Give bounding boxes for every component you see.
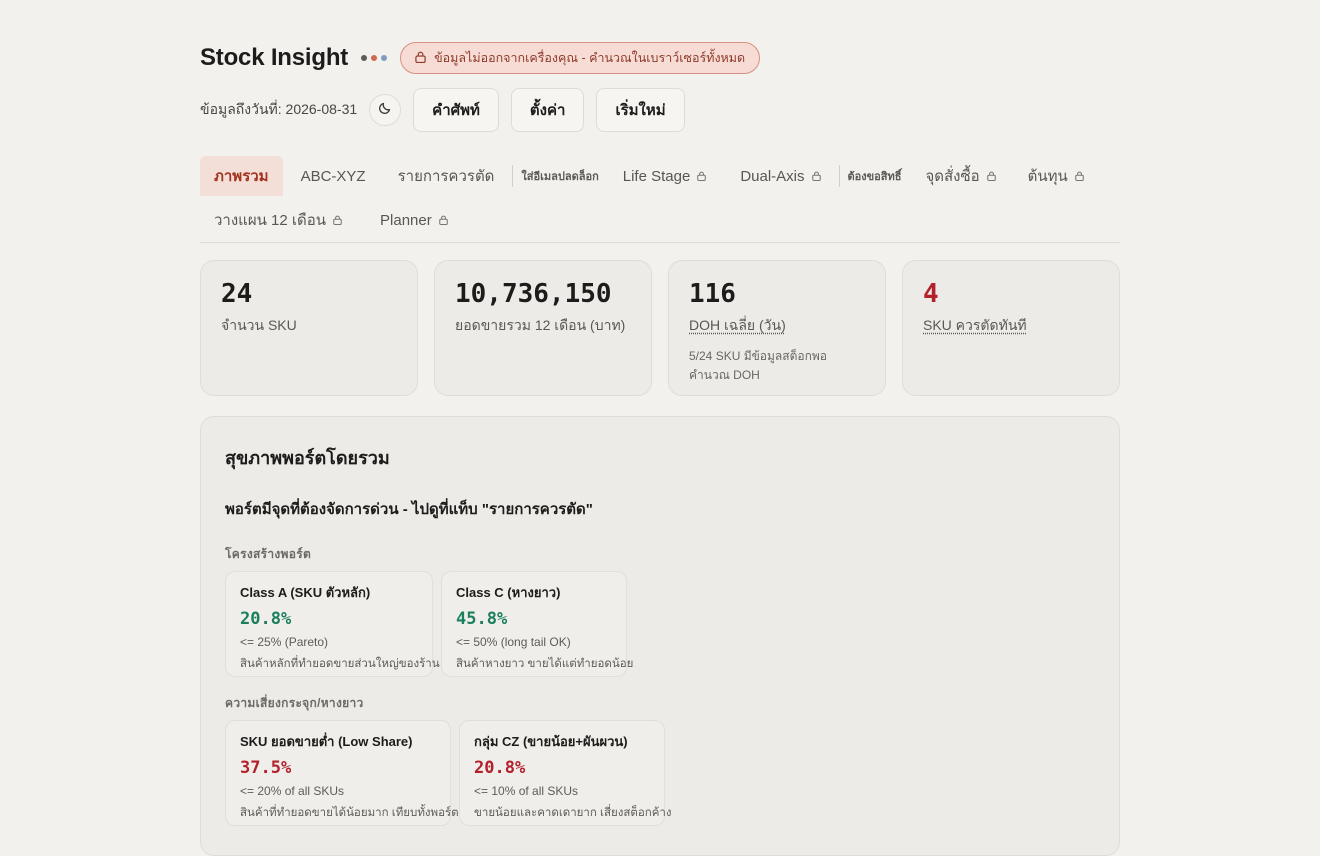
metric-target: <= 25% (Pareto) <box>240 635 329 649</box>
dot-3 <box>381 55 388 61</box>
metric-desc: สินค้าหลักที่ทำยอดขายส่วนใหญ่ของร้าน <box>240 658 440 670</box>
stat-card-avg-doh: 116 DOH เฉลี่ย (วัน) 5/24 SKU มีข้อมูลสต… <box>668 260 886 396</box>
metric-card-class-a: Class A (SKU ตัวหลัก) 20.8% <= 25% (Pare… <box>225 571 440 677</box>
tab-abc-xyz[interactable]: ABC-XYZ <box>287 156 380 196</box>
metric-value: 20.8% <box>240 609 292 629</box>
app-header: Stock Insight ข้อมูลไม่ออกจากเครื่องคุณ … <box>200 40 761 76</box>
tab-divider <box>512 165 514 187</box>
settings-button[interactable]: ตั้งค่า <box>510 88 585 132</box>
privacy-badge: ข้อมูลไม่ออกจากเครื่องคุณ - คำนวณในเบราว… <box>400 42 761 74</box>
tab-reorder-point[interactable]: จุดสั่งซื้อ <box>911 156 1009 196</box>
dot-1 <box>361 55 368 61</box>
lock-icon <box>438 212 448 229</box>
stat-value: 24 <box>221 279 253 309</box>
panel-title: สุขภาพพอร์ตโดยรวม <box>225 448 390 468</box>
metric-target: <= 50% (long tail OK) <box>456 635 571 649</box>
stat-label-tooltip[interactable]: SKU ควรตัดทันที <box>923 315 1099 337</box>
tab-row-2: วางแผน 12 เดือน Planner <box>200 200 462 240</box>
tab-overview[interactable]: ภาพรวม <box>200 156 283 196</box>
metric-card-low-share: SKU ยอดขายต่ำ (Low Share) 37.5% <= 20% o… <box>225 720 459 826</box>
metric-card-class-c: Class C (หางยาว) 45.8% <= 50% (long tail… <box>441 571 634 677</box>
tab-label: รายการควรตัด <box>397 168 495 185</box>
metric-value: 20.8% <box>474 758 526 778</box>
header-subrow: ข้อมูลถึงวันที่: 2026-08-31 คำศัพท์ ตั้ง… <box>200 88 697 132</box>
tab-label: วางแผน 12 เดือน <box>214 212 327 229</box>
tab-plan-12m[interactable]: วางแผน 12 เดือน <box>200 200 356 240</box>
lock-icon <box>811 168 821 185</box>
metric-title: SKU ยอดขายต่ำ (Low Share) <box>240 734 413 749</box>
tab-row-1: ภาพรวม ABC-XYZ รายการควรตัด ใส่อีเมลปลดล… <box>200 156 1098 196</box>
tab-label: จุดสั่งซื้อ <box>925 168 980 185</box>
tab-life-stage[interactable]: Life Stage <box>609 156 721 196</box>
tab-dual-axis[interactable]: Dual-Axis <box>726 156 834 196</box>
stat-note: 5/24 SKU มีข้อมูลสต็อกพอคำนวณ DOH <box>689 349 827 382</box>
metric-title: กลุ่ม CZ (ขายน้อย+ผันผวน) <box>474 734 628 749</box>
stat-label: จำนวน SKU <box>221 317 297 333</box>
metric-value: 45.8% <box>456 609 508 629</box>
tab-label: ต้นทุน <box>1027 168 1068 185</box>
tab-divider <box>838 165 840 187</box>
stat-label-tooltip[interactable]: DOH เฉลี่ย (วัน) <box>689 315 865 337</box>
theme-toggle-button[interactable] <box>369 94 402 126</box>
privacy-notice-text: ข้อมูลไม่ออกจากเครื่องคุณ - คำนวณในเบราว… <box>434 51 746 65</box>
tab-cost[interactable]: ต้นทุน <box>1014 156 1098 196</box>
stat-card-cut-now: 4 SKU ควรตัดทันที <box>902 260 1120 396</box>
app-title: Stock Insight <box>200 44 349 71</box>
stat-card-sales-12m: 10,736,150 ยอดขายรวม 12 เดือน (บาท) <box>434 260 652 396</box>
tab-label: Life Stage <box>622 167 691 185</box>
reset-button[interactable]: เริ่มใหม่ <box>596 88 685 132</box>
stat-label: ยอดขายรวม 12 เดือน (บาท) <box>455 317 626 333</box>
data-date: ข้อมูลถึงวันที่: 2026-08-31 <box>200 101 358 117</box>
tab-label: ABC-XYZ <box>300 167 366 185</box>
stat-value: 4 <box>923 279 939 309</box>
stat-card-sku-count: 24 จำนวน SKU <box>200 260 418 396</box>
tab-planner[interactable]: Planner <box>366 200 462 240</box>
section-label-structure: โครงสร้างพอร์ต <box>225 547 312 561</box>
window-dots <box>361 55 388 61</box>
email-unlock-label: ใส่อีเมลปลดล็อก <box>521 171 599 183</box>
section-label-risk: ความเสี่ยงกระจุก/หางยาว <box>225 696 364 710</box>
permission-label: ต้องขอสิทธิ์ <box>847 171 902 183</box>
metric-value: 37.5% <box>240 758 292 778</box>
dot-2 <box>371 55 378 61</box>
lock-icon <box>1075 168 1084 185</box>
glossary-button[interactable]: คำศัพท์ <box>413 88 499 132</box>
portfolio-health-panel: สุขภาพพอร์ตโดยรวม พอร์ตมีจุดที่ต้องจัดกา… <box>200 416 1120 856</box>
metric-title: Class C (หางยาว) <box>456 585 561 600</box>
lock-icon <box>415 51 426 66</box>
metric-desc: ขายน้อยและคาดเดายาก เสี่ยงสต็อกค้าง <box>474 807 672 819</box>
metric-desc: สินค้าหางยาว ขายได้แต่ทำยอดน้อย <box>456 658 634 670</box>
metric-target: <= 10% of all SKUs <box>474 784 579 798</box>
stat-value: 116 <box>689 279 736 309</box>
lock-icon <box>333 212 342 229</box>
tab-to-cut[interactable]: รายการควรตัด <box>384 156 509 196</box>
metric-title: Class A (SKU ตัวหลัก) <box>240 585 371 600</box>
tab-label: Planner <box>380 211 432 229</box>
lock-icon <box>986 168 996 185</box>
metric-card-cz-group: กลุ่ม CZ (ขายน้อย+ผันผวน) 20.8% <= 10% o… <box>459 720 672 826</box>
moon-icon <box>378 101 392 120</box>
panel-alert: พอร์ตมีจุดที่ต้องจัดการด่วน - ไปดูที่แท็… <box>225 501 593 518</box>
stat-value: 10,736,150 <box>455 279 612 309</box>
tab-label: ภาพรวม <box>214 168 269 185</box>
metric-target: <= 20% of all SKUs <box>240 784 345 798</box>
tabs-divider <box>200 242 1120 243</box>
lock-icon <box>697 168 707 185</box>
metric-desc: สินค้าที่ทำยอดขายได้น้อยมาก เทียบทั้งพอร… <box>240 807 459 819</box>
tab-label: Dual-Axis <box>740 167 805 185</box>
